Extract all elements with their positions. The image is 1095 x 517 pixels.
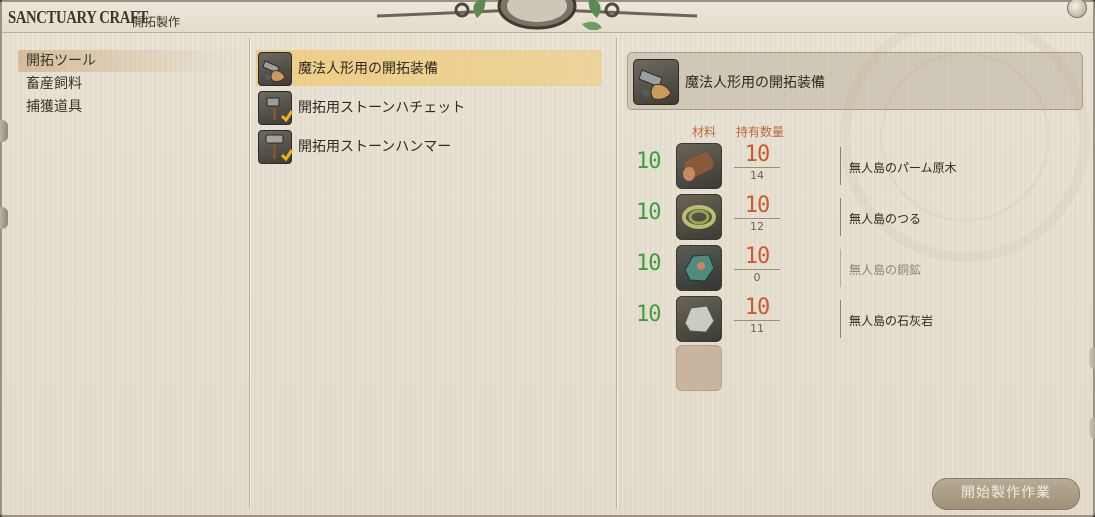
material-row[interactable]: 10 10 11 無人島の石灰岩 xyxy=(632,296,1082,344)
edge-knob-left-top xyxy=(0,120,8,142)
sanctuary-craft-window: SANCTUARY CRAFT 開拓製作 開拓ツール 畜産飼料 捕獲道具 魔法人… xyxy=(0,0,1095,517)
recipe-label: 開拓用ストーンハンマー xyxy=(298,139,452,155)
material-row[interactable]: 10 10 14 無人島のパーム原木 xyxy=(632,143,1082,191)
recipe-item[interactable]: 開拓用ストーンハチェット xyxy=(256,89,602,125)
title-bar[interactable]: SANCTUARY CRAFT 開拓製作 xyxy=(2,0,1093,33)
material-column-header: 材料 xyxy=(692,125,717,139)
required-quantity: 10 xyxy=(636,149,661,174)
category-item-capture[interactable]: 捕獲道具 xyxy=(18,96,238,118)
required-quantity: 10 xyxy=(636,251,661,276)
close-button[interactable] xyxy=(1067,0,1087,18)
recipe-item[interactable]: 魔法人形用の開拓装備 xyxy=(256,50,602,86)
recipe-detail-header: 魔法人形用の開拓装備 xyxy=(627,52,1083,110)
edge-knob-right-bottom xyxy=(1089,417,1095,439)
owned-quantity: 10 xyxy=(734,143,780,168)
window-subtitle: 開拓製作 xyxy=(132,15,181,29)
required-quantity: 10 xyxy=(636,200,661,225)
stock-quantity: 12 xyxy=(750,220,764,233)
material-name: 無人島の石灰岩 xyxy=(849,314,934,328)
category-label: 畜産飼料 xyxy=(26,76,82,92)
owned-quantity: 10 xyxy=(734,194,780,219)
copper-ore-icon xyxy=(676,245,722,291)
edge-knob-left-mid xyxy=(0,207,8,229)
golem-gear-icon xyxy=(633,59,679,105)
window-title: SANCTUARY CRAFT xyxy=(8,7,148,27)
required-quantity: 10 xyxy=(636,302,661,327)
column-divider-right xyxy=(616,38,617,508)
stock-quantity: 11 xyxy=(750,322,764,335)
category-item-feed[interactable]: 畜産飼料 xyxy=(18,73,238,95)
start-crafting-button[interactable]: 開始製作作業 xyxy=(932,478,1080,510)
category-list: 開拓ツール 畜産飼料 捕獲道具 xyxy=(18,50,238,119)
stock-quantity: 0 xyxy=(753,271,761,284)
recipe-label: 開拓用ストーンハチェット xyxy=(298,100,466,116)
owned-quantity: 10 xyxy=(734,245,780,270)
owned-quantity-block: 10 11 xyxy=(734,296,780,335)
recipe-list: 魔法人形用の開拓装備 開拓用ストーンハチェット 開拓用ストーンハンマー xyxy=(256,50,602,167)
separator xyxy=(840,300,841,338)
material-name: 無人島の銅鉱 xyxy=(849,263,922,277)
crafted-check-icon xyxy=(280,149,294,162)
owned-quantity-block: 10 14 xyxy=(734,143,780,182)
column-divider-left xyxy=(249,38,250,508)
limestone-icon xyxy=(676,296,722,342)
recipe-label: 魔法人形用の開拓装備 xyxy=(298,61,438,77)
title-ornament-icon xyxy=(376,0,698,30)
recipe-item[interactable]: 開拓用ストーンハンマー xyxy=(256,128,602,164)
material-name: 無人島のパーム原木 xyxy=(849,161,957,175)
vine-coil-icon xyxy=(676,194,722,240)
recipe-detail-title: 魔法人形用の開拓装備 xyxy=(685,75,825,91)
empty-material-slot xyxy=(676,345,722,391)
crafted-check-icon xyxy=(280,110,294,123)
palm-log-icon xyxy=(676,143,722,189)
category-label: 捕獲道具 xyxy=(26,99,82,115)
golem-gear-icon xyxy=(258,52,292,86)
material-row[interactable]: 10 10 0 無人島の銅鉱 xyxy=(632,245,1082,293)
category-item-tools[interactable]: 開拓ツール xyxy=(18,50,238,72)
separator xyxy=(840,147,841,185)
separator xyxy=(840,249,841,287)
category-label: 開拓ツール xyxy=(26,53,96,69)
separator xyxy=(840,198,841,236)
material-name: 無人島のつる xyxy=(849,212,922,226)
stock-quantity: 14 xyxy=(750,169,764,182)
edge-knob-right-mid xyxy=(1089,347,1095,369)
owned-column-header: 持有数量 xyxy=(736,125,785,139)
material-row[interactable]: 10 10 12 無人島のつる xyxy=(632,194,1082,242)
owned-quantity: 10 xyxy=(734,296,780,321)
owned-quantity-block: 10 12 xyxy=(734,194,780,233)
owned-quantity-block: 10 0 xyxy=(734,245,780,284)
